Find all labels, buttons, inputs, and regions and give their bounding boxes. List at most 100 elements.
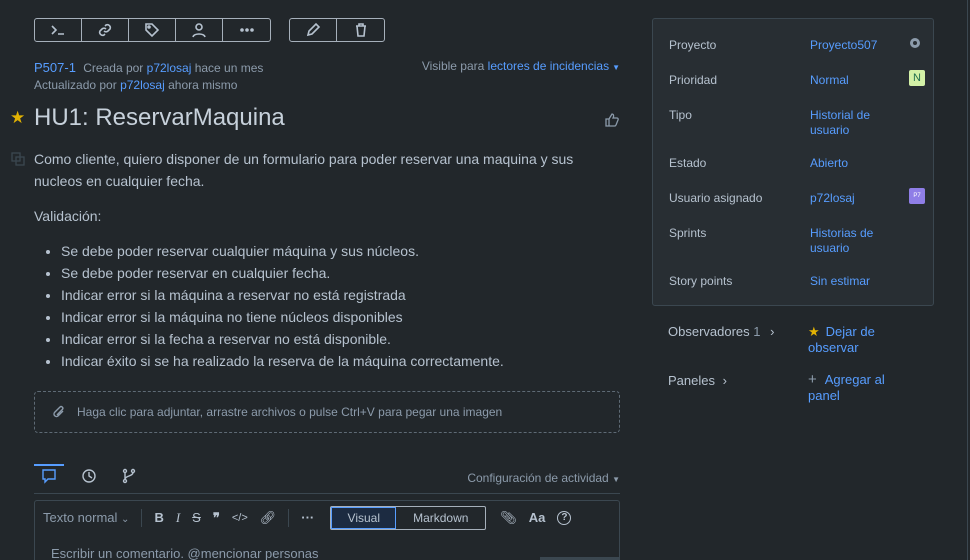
boards-label: Paneles	[668, 373, 715, 388]
add-to-board-label: Agregar al panel	[808, 372, 885, 403]
unwatch-button[interactable]: ★ Dejar de observar	[808, 324, 908, 356]
assign-button[interactable]	[176, 19, 223, 41]
editor-mode-toggle: Visual Markdown	[330, 505, 487, 530]
star-icon: ★	[808, 324, 820, 339]
gear-icon	[910, 38, 920, 48]
more-button[interactable]	[223, 19, 270, 41]
issue-toolbar	[34, 18, 271, 42]
text-style-label: Texto normal	[43, 510, 118, 525]
star-icon[interactable]: ★	[10, 108, 25, 128]
field-value-status[interactable]: Abierto	[810, 156, 900, 171]
delete-button[interactable]	[337, 19, 384, 41]
created-when: hace un mes	[194, 61, 264, 75]
created-prefix: Creada por	[83, 61, 144, 75]
field-value-project[interactable]: Proyecto507	[810, 38, 900, 53]
code-icon[interactable]: </>	[232, 512, 248, 524]
issue-title[interactable]: HU1: ReservarMaquina	[34, 104, 285, 132]
list-item: Indicar error si la fecha a reservar no …	[61, 328, 624, 350]
field-value-sprints[interactable]: Historias de usuario	[810, 226, 900, 256]
fields-panel: Proyecto Proyecto507 Prioridad Normal N …	[652, 18, 934, 306]
list-item: Indicar éxito si se ha realizado la rese…	[61, 350, 624, 372]
chevron-down-icon: ▼	[612, 63, 620, 72]
terminal-icon	[51, 25, 64, 35]
link-icon[interactable]: 🔗︎	[260, 510, 277, 526]
list-item: Se debe poder reservar cualquier máquina…	[61, 240, 624, 262]
pencil-icon	[306, 22, 321, 37]
issue-meta: P507-1 Creada por p72losaj hace un mes A…	[34, 59, 263, 94]
separator	[141, 508, 143, 527]
attachment-hint: Haga clic para adjuntar, arrastre archiv…	[77, 405, 503, 419]
window-edge	[967, 0, 968, 560]
thumbs-up-icon[interactable]	[604, 112, 620, 128]
updated-when: ahora mismo	[168, 78, 238, 92]
tab-history[interactable]	[74, 464, 104, 493]
issue-key[interactable]: P507-1	[34, 60, 76, 75]
issue-description[interactable]: Como cliente, quiero disponer de un form…	[34, 148, 624, 372]
field-label-type: Tipo	[669, 108, 692, 122]
branch-icon	[122, 468, 136, 484]
tag-button[interactable]	[129, 19, 176, 41]
comment-input[interactable]: Escribir un comentario. @mencionar perso…	[35, 534, 619, 560]
chevron-right-icon: ›	[770, 324, 775, 339]
bold-icon[interactable]: B	[154, 510, 163, 525]
paperclip-icon	[53, 405, 64, 418]
field-label-priority: Prioridad	[669, 73, 718, 87]
created-by-link[interactable]: p72losaj	[147, 61, 192, 75]
chevron-right-icon: ›	[722, 373, 727, 388]
field-value-priority[interactable]: Normal	[810, 73, 900, 88]
mode-markdown-button[interactable]: Markdown	[396, 507, 485, 529]
field-value-assignee[interactable]: p72losaj	[810, 191, 900, 206]
field-label-sprints: Sprints	[669, 226, 707, 240]
priority-badge: N	[909, 70, 925, 86]
activity-config[interactable]: Configuración de actividad ▼	[467, 471, 620, 485]
visibility-selector[interactable]: Visible para lectores de incidencias ▼	[422, 59, 620, 73]
comment-icon	[42, 469, 56, 484]
editor-toolbar: Texto normal ⌄ B I S ❞ </> 🔗︎ ··· Visual…	[35, 501, 619, 534]
strikethrough-icon[interactable]: S	[192, 510, 201, 525]
validation-label: Validación:	[34, 208, 102, 224]
edit-button[interactable]	[290, 19, 337, 41]
avatar: P7	[909, 188, 925, 204]
trash-icon	[355, 23, 366, 37]
more-icon	[239, 28, 254, 32]
plus-icon: +	[808, 371, 817, 388]
attachment-dropzone[interactable]: Haga clic para adjuntar, arrastre archiv…	[34, 391, 620, 433]
more-icon[interactable]: ···	[301, 510, 314, 525]
italic-icon[interactable]: I	[176, 510, 180, 526]
boards-toggle[interactable]: Paneles ›	[668, 373, 727, 388]
link-icon	[98, 23, 112, 37]
add-to-board-button[interactable]: + Agregar al panel	[808, 372, 908, 404]
terminal-button[interactable]	[35, 19, 82, 41]
comment-editor: Texto normal ⌄ B I S ❞ </> 🔗︎ ··· Visual…	[34, 500, 620, 560]
link-button[interactable]	[82, 19, 129, 41]
field-label-story-points: Story points	[669, 274, 733, 288]
field-label-status: Estado	[669, 156, 707, 170]
assign-user-icon	[192, 23, 206, 38]
field-label-project: Proyecto	[669, 38, 717, 52]
list-item: Se debe poder reservar en cualquier fech…	[61, 262, 624, 284]
updated-prefix: Actualizado por	[34, 78, 117, 92]
visibility-prefix: Visible para	[421, 59, 485, 73]
font-format-button[interactable]: Aa	[529, 510, 546, 525]
watchers-toggle[interactable]: Observadores 1 ›	[668, 324, 774, 339]
help-icon[interactable]: ?	[557, 510, 572, 525]
tab-comments[interactable]	[34, 464, 64, 493]
tab-git[interactable]	[114, 464, 144, 493]
copy-icon[interactable]	[11, 152, 25, 166]
field-value-type[interactable]: Historial de usuario	[810, 108, 900, 138]
activity-config-label: Configuración de actividad	[467, 471, 609, 485]
list-item: Indicar error si la máquina a reservar n…	[61, 284, 624, 306]
validation-list: Se debe poder reservar cualquier máquina…	[61, 240, 624, 372]
chevron-down-icon: ⌄	[121, 514, 130, 525]
field-value-story-points[interactable]: Sin estimar	[810, 274, 900, 289]
edit-toolbar	[289, 18, 385, 42]
updated-by-link[interactable]: p72losaj	[120, 78, 165, 92]
mode-visual-button[interactable]: Visual	[331, 506, 397, 529]
quote-icon[interactable]: ❞	[213, 510, 220, 526]
tag-icon	[145, 23, 160, 38]
visibility-value[interactable]: lectores de incidencias	[488, 59, 609, 73]
attach-icon[interactable]: 📎︎	[500, 510, 517, 526]
watchers-count: 1	[753, 324, 761, 339]
chevron-down-icon: ▼	[612, 475, 620, 484]
text-style-select[interactable]: Texto normal ⌄	[43, 510, 129, 525]
